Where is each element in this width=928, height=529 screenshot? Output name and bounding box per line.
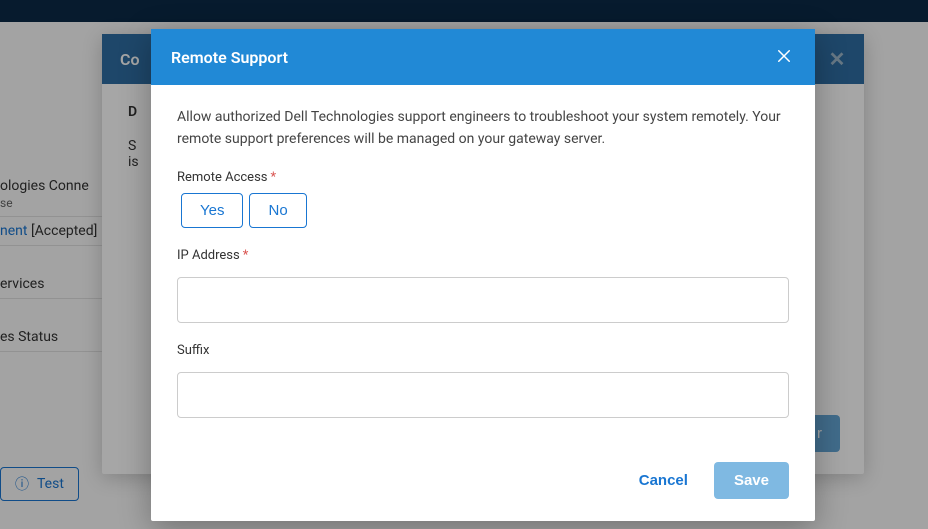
modal-description: Allow authorized Dell Technologies suppo… [177, 107, 789, 150]
remote-access-label-text: Remote Access [177, 170, 268, 185]
ip-address-label: IP Address* [177, 248, 789, 263]
close-button[interactable] [767, 39, 801, 73]
suffix-group: Suffix [177, 343, 789, 418]
ip-address-group: IP Address* [177, 248, 789, 323]
remote-access-toggle: Yes No [181, 193, 789, 228]
save-button[interactable]: Save [714, 462, 789, 499]
required-asterisk: * [271, 170, 277, 185]
required-asterisk: * [243, 248, 249, 263]
suffix-label: Suffix [177, 343, 789, 358]
ip-address-input[interactable] [177, 277, 789, 323]
ip-address-label-text: IP Address [177, 248, 240, 263]
remote-access-yes-button[interactable]: Yes [181, 193, 243, 228]
close-icon [775, 47, 793, 65]
modal-title: Remote Support [171, 48, 288, 67]
remote-support-modal: Remote Support Allow authorized Dell Tec… [151, 29, 815, 521]
cancel-button[interactable]: Cancel [639, 472, 688, 489]
suffix-input[interactable] [177, 372, 789, 418]
modal-header: Remote Support [151, 29, 815, 85]
modal-body: Allow authorized Dell Technologies suppo… [151, 85, 815, 456]
modal-footer: Cancel Save [151, 456, 815, 521]
remote-access-label: Remote Access* [177, 170, 789, 185]
remote-access-no-button[interactable]: No [249, 193, 306, 228]
